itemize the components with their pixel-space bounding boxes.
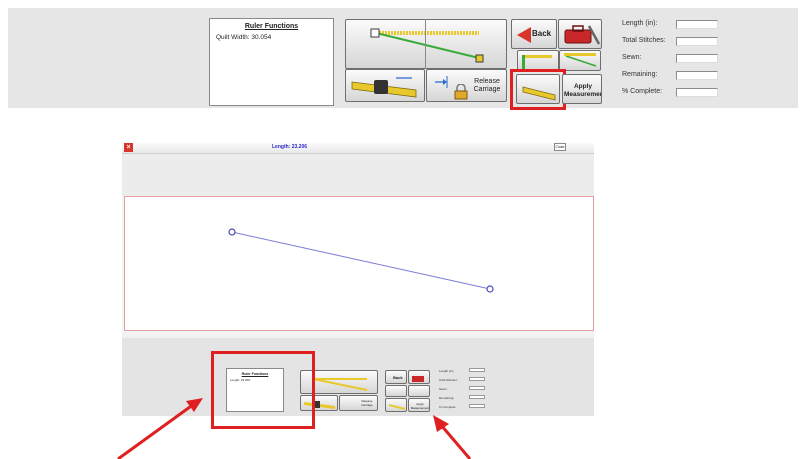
annotation-arrow-left: [117, 402, 195, 459]
annotation-arrows: [117, 398, 472, 459]
annotation-arrow-right: [439, 424, 472, 459]
annotation-arrowhead-left: [186, 398, 203, 412]
